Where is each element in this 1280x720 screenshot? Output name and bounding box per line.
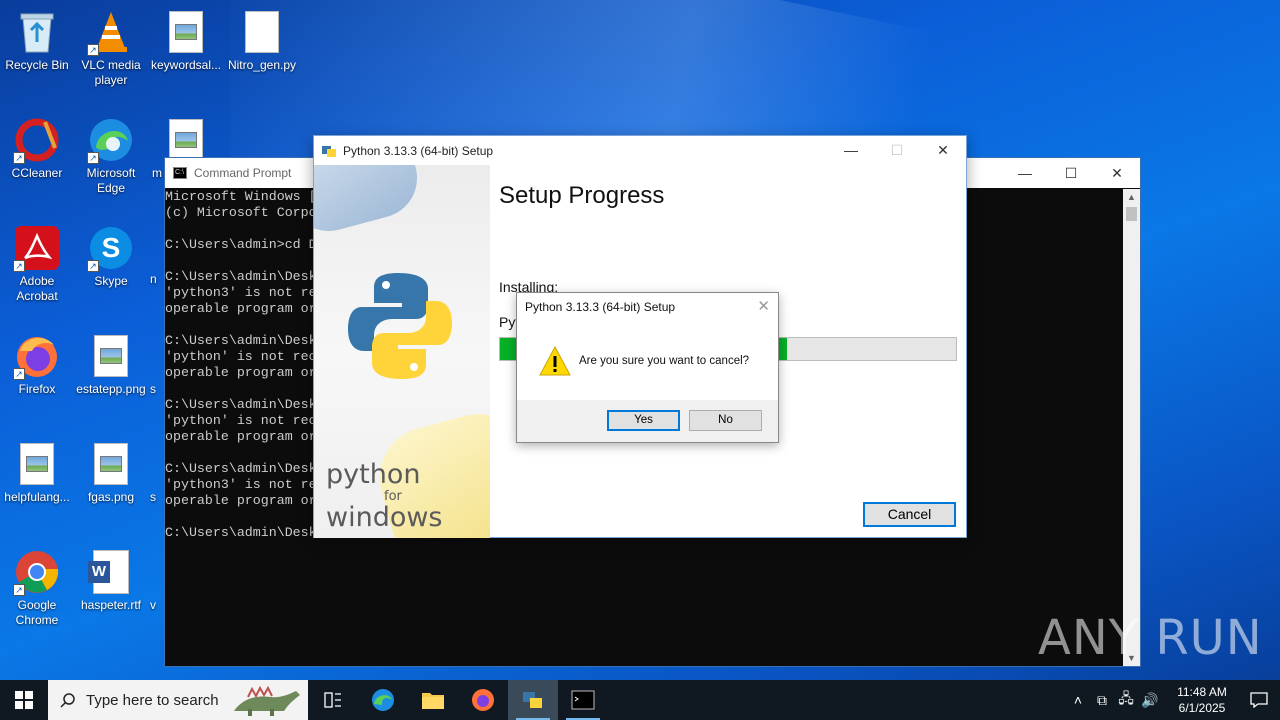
cmd-maximize-button[interactable]: ☐ xyxy=(1048,158,1094,188)
taskbar-clock[interactable]: 11:48 AM 6/1/2025 xyxy=(1166,684,1238,716)
search-placeholder: Type here to search xyxy=(86,691,219,709)
desktop-icon-label: estatepp.png xyxy=(76,382,146,396)
image-file-icon xyxy=(13,440,61,488)
desktop-icon-fgas[interactable]: fgas.png xyxy=(75,440,147,505)
cmd-icon xyxy=(571,690,595,710)
cmd-icon: C:\ xyxy=(173,167,187,179)
volume-icon[interactable]: 🔊 xyxy=(1138,692,1162,709)
clock-time: 11:48 AM xyxy=(1177,685,1227,699)
desktop-icon-helpfulang[interactable]: helpfulang... xyxy=(1,440,73,505)
scroll-up-arrow-icon[interactable]: ▲ xyxy=(1123,189,1140,205)
notification-icon xyxy=(1250,692,1268,708)
setup-side-banner: python for windows xyxy=(314,165,490,538)
dialog-close-icon[interactable]: ✕ xyxy=(757,297,770,315)
desktop-icon-label: VLC media player xyxy=(81,58,141,87)
notification-center-button[interactable] xyxy=(1238,692,1280,708)
word-doc-icon: W xyxy=(87,548,135,596)
taskbar-search-box[interactable]: Type here to search xyxy=(48,680,308,720)
desktop-icon-label: haspeter.rtf xyxy=(80,598,142,612)
acrobat-icon: ↗ xyxy=(13,224,61,272)
python-setup-icon xyxy=(523,692,542,708)
anyrun-watermark: ANY RUN xyxy=(1038,610,1263,666)
image-file-icon xyxy=(87,440,135,488)
desktop-icon-label: Google Chrome xyxy=(15,598,59,627)
edge-icon xyxy=(372,689,394,711)
setup-title: Python 3.13.3 (64-bit) Setup xyxy=(343,143,494,158)
image-file-icon xyxy=(162,8,210,56)
desktop-icon-label: helpfulang... xyxy=(4,490,70,504)
blank-file-icon xyxy=(238,8,286,56)
dialog-yes-button[interactable]: Yes xyxy=(607,410,680,431)
search-icon xyxy=(60,693,75,708)
tray-chevron-up-icon[interactable]: ˄ xyxy=(1066,692,1090,708)
taskbar-edge[interactable] xyxy=(358,680,408,720)
setup-maximize-button: ☐ xyxy=(890,142,904,158)
dialog-button-area: Yes No xyxy=(517,400,778,442)
setup-close-button[interactable]: ✕ xyxy=(920,136,966,165)
desktop-icon-ccleaner[interactable]: ↗ CCleaner xyxy=(1,116,73,181)
windows-logo-icon xyxy=(15,691,33,709)
python-setup-icon xyxy=(322,145,336,157)
taskbar: Type here to search ˄ ⧉ 🖧 🔊 11:48 AM 6/1… xyxy=(0,680,1280,720)
desktop-icon-label: CCleaner xyxy=(11,166,63,180)
desktop-icon-label: keywordsal... xyxy=(150,58,222,72)
dialog-title: Python 3.13.3 (64-bit) Setup xyxy=(525,300,676,314)
setup-minimize-button[interactable]: — xyxy=(828,136,874,165)
cmd-title: Command Prompt xyxy=(194,166,292,180)
desktop-icon-label: Firefox xyxy=(18,382,56,396)
setup-heading: Setup Progress xyxy=(499,182,665,209)
dialog-message: Are you sure you want to cancel? xyxy=(579,355,750,367)
desktop-icon-label: Nitro_gen.py xyxy=(227,58,297,72)
image-file-icon xyxy=(87,332,135,380)
desktop-icon-chrome[interactable]: ↗ Google Chrome xyxy=(1,548,73,628)
vlc-icon: ↗ xyxy=(87,8,135,56)
desktop-icon-label: Microsoft Edge xyxy=(86,166,136,195)
desktop-icon-estatepp[interactable]: estatepp.png xyxy=(75,332,147,397)
cancel-confirm-dialog[interactable]: Python 3.13.3 (64-bit) Setup ✕ Are you s… xyxy=(516,292,779,443)
tray-device-icon[interactable]: ⧉ xyxy=(1090,692,1114,709)
warning-icon xyxy=(539,345,571,376)
taskbar-python-setup[interactable] xyxy=(508,680,558,720)
desktop-icon-recycle-bin[interactable]: Recycle Bin xyxy=(1,8,73,73)
desktop-icon-haspeter[interactable]: W haspeter.rtf xyxy=(75,548,147,613)
desktop-icon-keywordsal[interactable]: keywordsal... xyxy=(150,8,222,73)
firefox-icon: ↗ xyxy=(13,332,61,380)
desktop-icon-skype[interactable]: S ↗ Skype xyxy=(75,224,147,289)
start-button[interactable] xyxy=(0,680,48,720)
setup-title-bar[interactable]: Python 3.13.3 (64-bit) Setup — ☐ ✕ xyxy=(314,136,966,165)
dinosaur-icon xyxy=(234,685,300,716)
folder-icon xyxy=(422,693,444,709)
cmd-scroll-thumb[interactable] xyxy=(1126,207,1137,221)
task-view-icon xyxy=(324,692,341,708)
taskbar-command-prompt[interactable] xyxy=(558,680,608,720)
setup-cancel-button[interactable]: Cancel xyxy=(863,502,956,527)
edge-icon: ↗ xyxy=(87,116,135,164)
python-for-windows-text: python for windows xyxy=(326,459,443,533)
python-logo-icon xyxy=(348,273,452,379)
desktop-icon-firefox[interactable]: ↗ Firefox xyxy=(1,332,73,397)
desktop-icon-nitro-gen[interactable]: Nitro_gen.py xyxy=(226,8,298,73)
chrome-icon: ↗ xyxy=(13,548,61,596)
cmd-minimize-button[interactable]: — xyxy=(1002,158,1048,188)
clock-date: 6/1/2025 xyxy=(1178,701,1226,715)
ccleaner-icon: ↗ xyxy=(13,116,61,164)
task-view-button[interactable] xyxy=(308,680,358,720)
dialog-no-button[interactable]: No xyxy=(689,410,762,431)
system-tray: ˄ ⧉ 🖧 🔊 11:48 AM 6/1/2025 xyxy=(1066,680,1280,720)
recycle-bin-icon xyxy=(13,8,61,56)
desktop-icon-label: Recycle Bin xyxy=(5,58,69,72)
firefox-icon xyxy=(472,689,494,711)
network-icon[interactable]: 🖧 xyxy=(1114,688,1138,712)
desktop-icon-label: Adobe Acrobat xyxy=(16,274,58,303)
taskbar-file-explorer[interactable] xyxy=(408,680,458,720)
desktop-icon-edge[interactable]: ↗ Microsoft Edge xyxy=(75,116,147,196)
cmd-scrollbar[interactable]: ▲ ▼ xyxy=(1123,189,1140,666)
desktop-icon-acrobat[interactable]: ↗ Adobe Acrobat xyxy=(1,224,73,304)
cmd-close-button[interactable]: ✕ xyxy=(1094,158,1140,188)
desktop-icon-label: Skype xyxy=(94,274,128,288)
desktop-icon-vlc[interactable]: ↗ VLC media player xyxy=(75,8,147,88)
desktop-icon-label: fgas.png xyxy=(87,490,135,504)
skype-icon: S ↗ xyxy=(87,224,135,272)
taskbar-firefox[interactable] xyxy=(458,680,508,720)
